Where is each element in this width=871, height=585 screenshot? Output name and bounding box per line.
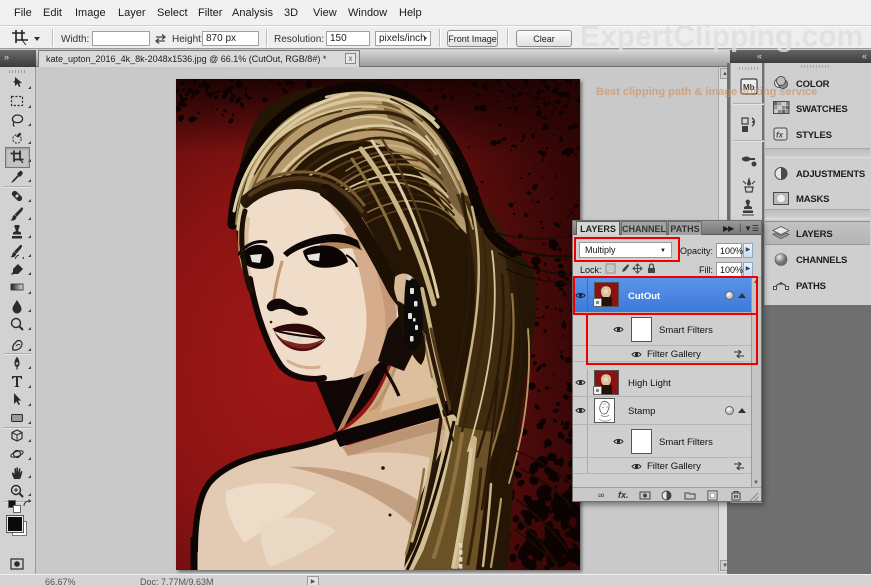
svg-text:fx: fx <box>776 131 784 140</box>
